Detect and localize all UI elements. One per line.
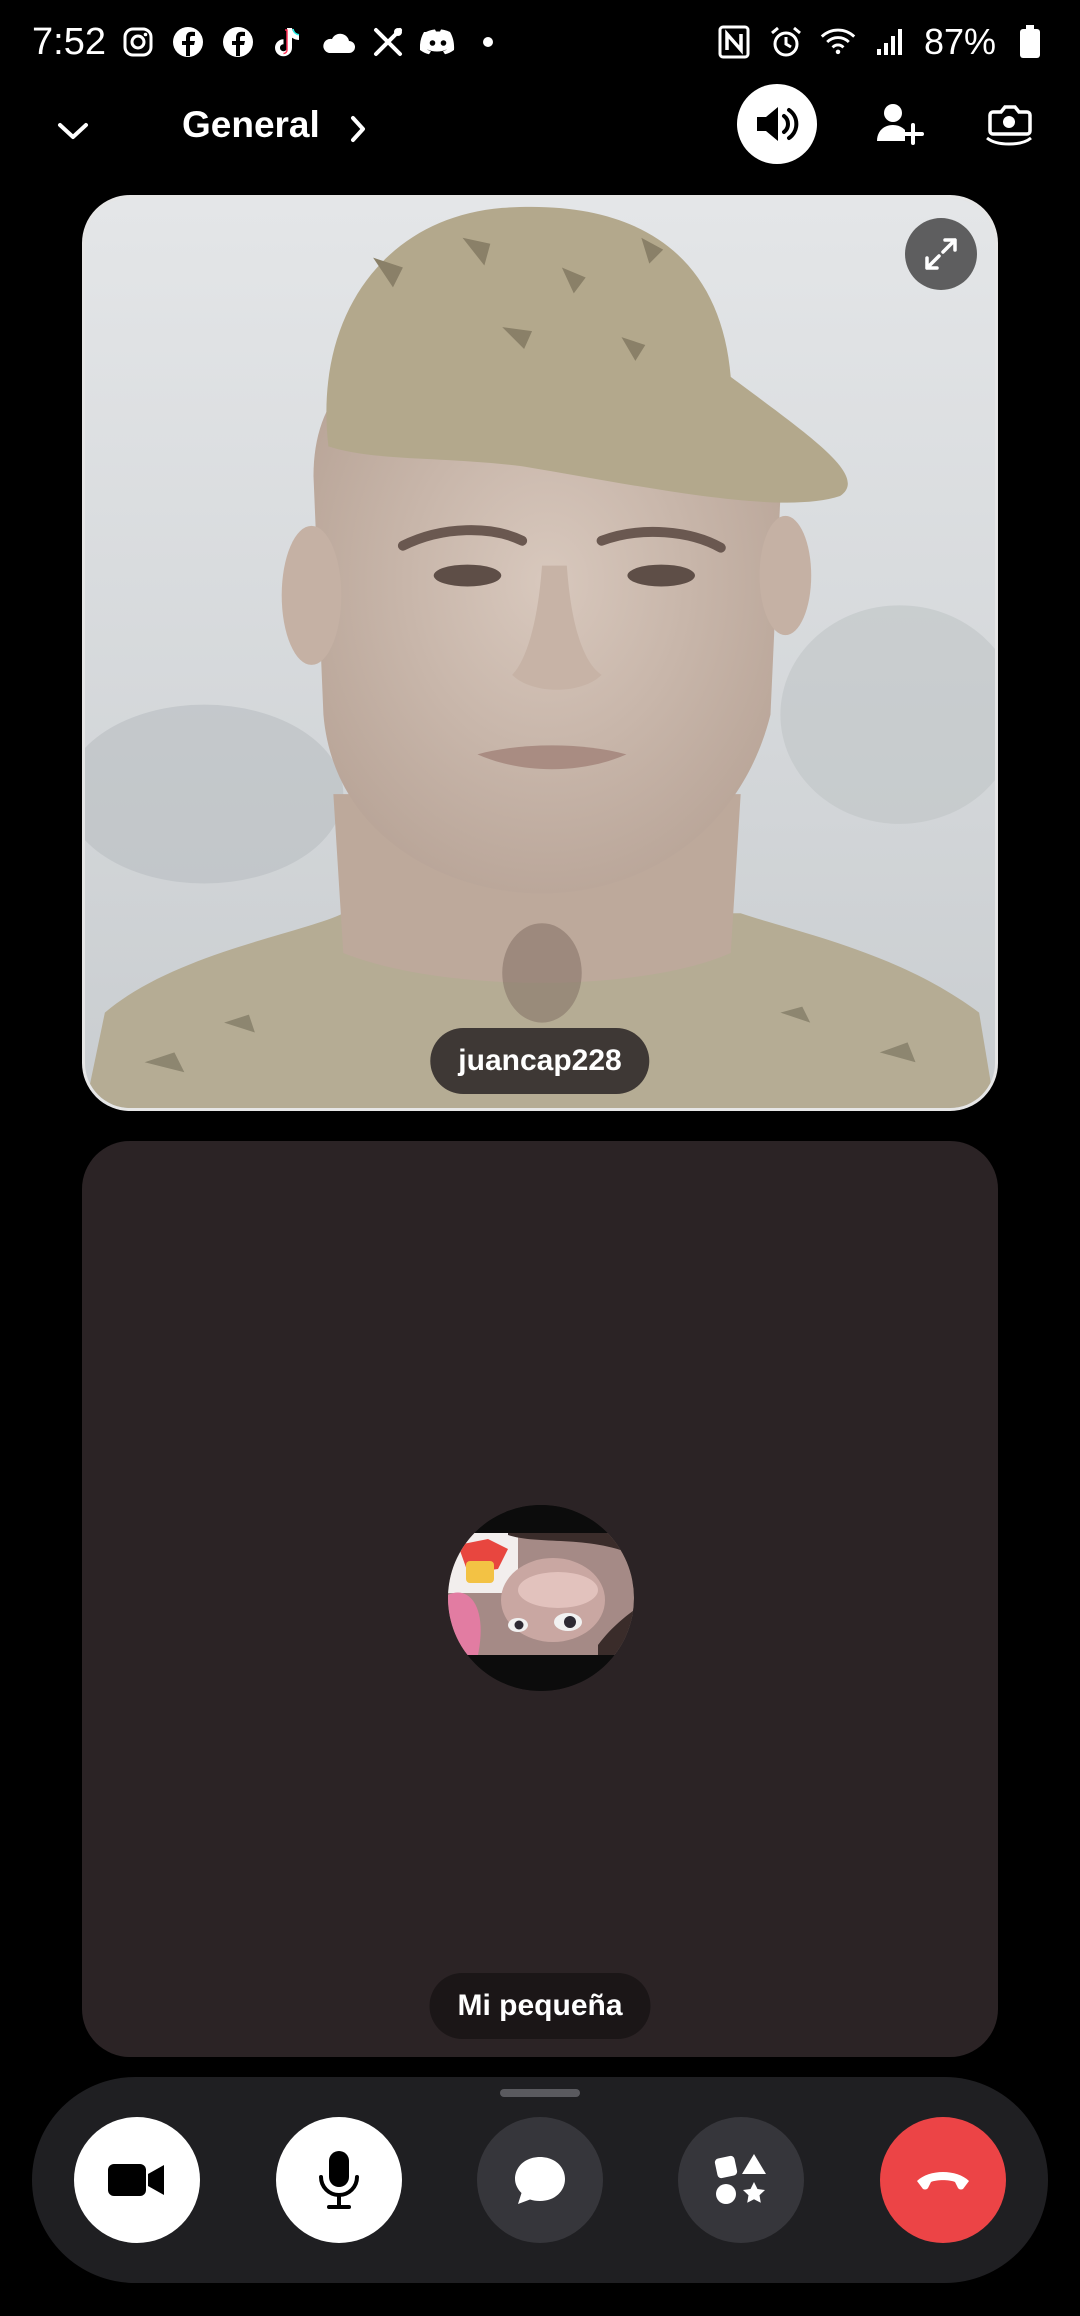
signal-icon (872, 24, 908, 60)
speaker-icon (757, 107, 799, 141)
dot-icon (470, 24, 506, 60)
end-call-button[interactable] (880, 2117, 1006, 2243)
facebook-icon (220, 24, 256, 60)
wifi-icon (820, 24, 856, 60)
drag-handle[interactable] (500, 2089, 580, 2097)
chat-bubble-icon (515, 2157, 565, 2204)
video-tile[interactable]: juancap228 (82, 195, 998, 1111)
video-camera-icon (108, 2164, 164, 2196)
chevron-down-icon (58, 123, 88, 139)
hang-up-icon (917, 2172, 969, 2190)
fullscreen-button[interactable] (905, 218, 977, 290)
add-user-icon (877, 104, 924, 145)
tools-icon (370, 24, 406, 60)
cloud-icon (320, 24, 356, 60)
battery-percent: 87% (923, 21, 996, 62)
channel-title[interactable]: General (182, 104, 320, 146)
facebook-icon (170, 24, 206, 60)
microphone-button[interactable] (276, 2117, 402, 2243)
avatar (448, 1505, 634, 1691)
switch-camera-button[interactable] (976, 90, 1042, 156)
nfc-icon (716, 24, 752, 60)
channel-details-button[interactable] (348, 106, 382, 152)
chevron-right-icon (351, 116, 365, 142)
participant-name-label: Mi pequeña (429, 1973, 651, 2039)
expand-icon (925, 238, 957, 270)
speaker-button[interactable] (737, 84, 817, 164)
battery-icon (1012, 24, 1048, 60)
activities-button[interactable] (678, 2117, 804, 2243)
call-controls (32, 2077, 1048, 2283)
instagram-icon (120, 24, 156, 60)
discord-icon (419, 24, 456, 60)
invite-button[interactable] (866, 90, 932, 156)
chat-button[interactable] (477, 2117, 603, 2243)
participant-avatar-image (448, 1505, 634, 1691)
participant-video-feed (85, 198, 995, 1108)
alarm-icon (768, 24, 804, 60)
camera-button[interactable] (74, 2117, 200, 2243)
camera-flip-icon (986, 105, 1032, 146)
voice-call-screen: 7:52 87% General juancap228 Mi pequeña (0, 0, 1080, 2316)
tiktok-icon (270, 24, 306, 60)
voice-tile[interactable]: Mi pequeña (82, 1141, 998, 2057)
microphone-icon (319, 2151, 359, 2209)
activities-icon (714, 2154, 766, 2204)
collapse-button[interactable] (50, 108, 96, 154)
status-time: 7:52 (32, 20, 106, 63)
status-bar: 7:52 87% (0, 0, 1080, 84)
participant-name-label: juancap228 (430, 1028, 650, 1094)
call-header: General (0, 84, 1080, 194)
